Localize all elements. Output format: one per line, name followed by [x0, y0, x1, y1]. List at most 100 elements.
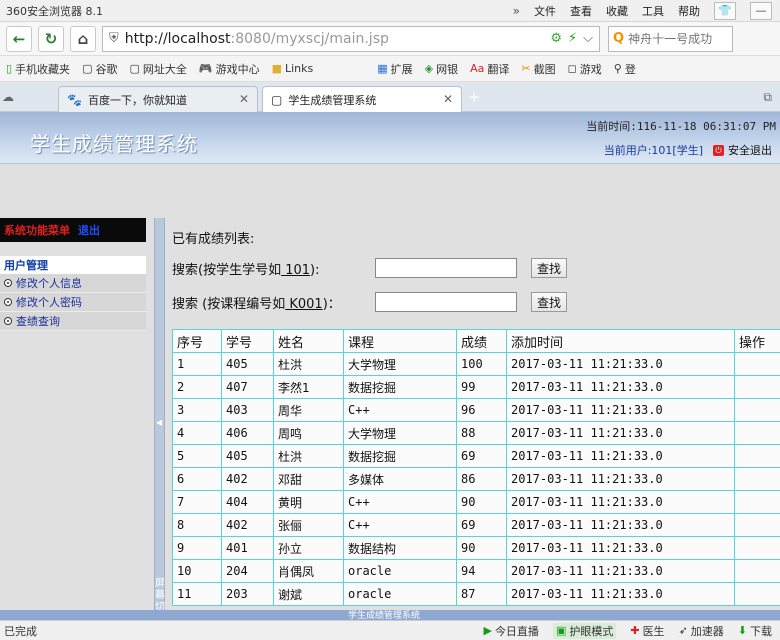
chevron-right-icon[interactable]: » [513, 4, 520, 18]
table-row: 4 406 周鸣 大学物理 88 2017-03-11 11:21:33.0 [172, 421, 780, 445]
search-engine-icon[interactable]: Q [613, 31, 624, 46]
logout-link[interactable]: ⏻ 安全退出 [713, 142, 772, 158]
col-course: 课程 [343, 329, 457, 353]
toolbar-translate[interactable]: Aa 翻译 [470, 61, 509, 77]
menu-file[interactable]: 文件 [534, 3, 556, 19]
search-input[interactable] [628, 31, 732, 46]
cell-actions[interactable] [734, 490, 780, 514]
sidebar-item-change-password[interactable]: 修改个人密码 [0, 293, 146, 312]
status-accelerator[interactable]: ➶ 加速器 [679, 623, 724, 639]
shield-icon: ⛨ [109, 31, 119, 46]
cell-index: 4 [172, 421, 222, 445]
eye-icon: ▣ [555, 624, 567, 637]
cell-course: C++ [343, 398, 457, 422]
table-row: 6 402 邓甜 多媒体 86 2017-03-11 11:21:33.0 [172, 467, 780, 491]
course-id-input[interactable] [375, 292, 517, 312]
cell-added-time: 2017-03-11 11:21:33.0 [506, 536, 735, 560]
tabs-bar: ☁ 🐾 百度一下，你就知道 ✕ ▢ 学生成绩管理系统 ✕ + ⧉ [0, 82, 780, 112]
back-button[interactable]: ← [6, 25, 32, 52]
page-title: 学生成绩管理系统 [30, 132, 198, 156]
table-row: 3 403 周华 C++ 96 2017-03-11 11:21:33.0 [172, 398, 780, 422]
status-live[interactable]: ▶ 今日直播 [483, 623, 538, 639]
search-box[interactable]: Q [608, 25, 733, 52]
bookmark-mobile[interactable]: ▯ 手机收藏夹 [6, 61, 70, 77]
bookmarks-bar: ▯ 手机收藏夹 ▢ 谷歌 ▢ 网址大全 🎮 游戏中心 ■ Links ▦ 扩展 ◈ 网银 Aa… [0, 56, 780, 82]
table-header-row: 序号 学号 姓名 课程 成绩 添加时间 操作 [172, 329, 780, 353]
cell-actions[interactable] [734, 375, 780, 399]
find-course-button[interactable]: 查找 [531, 292, 567, 312]
refresh-button[interactable]: ↻ [38, 25, 64, 52]
cloud-icon[interactable]: ☁ [2, 90, 14, 104]
url-box[interactable]: ⛨ http://localhost:8080/myxscj/main.jsp … [102, 25, 600, 52]
cell-actions[interactable] [734, 444, 780, 468]
status-tools: ▶ 今日直播 ▣ 护眼模式 ✚ 医生 ➶ 加速器 ⬇ 下载 [483, 622, 772, 639]
phone-icon: ▯ [6, 62, 13, 75]
sidebar-item-grade-query[interactable]: 查绩查询 [0, 312, 146, 331]
cell-student-id: 407 [221, 375, 274, 399]
cell-name: 孙立 [273, 536, 344, 560]
cell-actions[interactable] [734, 421, 780, 445]
status-doctor[interactable]: ✚ 医生 [630, 623, 664, 639]
bullet-icon [4, 298, 12, 306]
status-eye-care[interactable]: ▣ 护眼模式 [552, 622, 617, 639]
close-icon[interactable]: ✕ [443, 92, 453, 106]
dropdown-icon[interactable]: ⌵ [583, 31, 593, 46]
menu-view[interactable]: 查看 [570, 3, 592, 19]
cell-score: 90 [456, 536, 507, 560]
close-icon[interactable]: ✕ [239, 92, 249, 106]
bullet-icon [4, 317, 12, 325]
bookmark-games-center[interactable]: 🎮 游戏中心 [199, 61, 260, 77]
bookmark-google[interactable]: ▢ 谷歌 [82, 61, 117, 77]
col-index: 序号 [172, 329, 222, 353]
cell-course: 数据挖掘 [343, 375, 457, 399]
lightning-icon[interactable]: ⚡ [568, 31, 577, 46]
col-score: 成绩 [456, 329, 507, 353]
cell-actions[interactable] [734, 513, 780, 537]
current-user[interactable]: 当前用户:101[学生] [604, 142, 703, 158]
status-download[interactable]: ⬇ 下载 [738, 623, 772, 639]
home-button[interactable]: ⌂ [70, 25, 96, 52]
shield-icon: ◈ [424, 62, 434, 75]
cell-actions[interactable] [734, 467, 780, 491]
menu-tools[interactable]: 工具 [642, 3, 664, 19]
find-student-button[interactable]: 查找 [531, 258, 567, 278]
tab-grade-system[interactable]: ▢ 学生成绩管理系统 ✕ [262, 86, 462, 112]
cell-actions[interactable] [734, 582, 780, 606]
bookmark-links[interactable]: ■ Links [272, 62, 314, 75]
toolbar-screenshot[interactable]: ✂ 截图 [521, 61, 555, 77]
url-host: http://localhost [124, 30, 231, 47]
cell-actions[interactable] [734, 398, 780, 422]
toolbar-bank[interactable]: ◈ 网银 [425, 61, 458, 77]
triangle-left-icon[interactable]: ◀ [156, 418, 162, 427]
cell-index: 11 [172, 582, 222, 606]
exit-link[interactable]: 退出 [78, 222, 100, 238]
cell-actions[interactable] [734, 352, 780, 376]
cell-course: 多媒体 [343, 467, 457, 491]
grid-icon: ▦ [377, 62, 388, 75]
speed-icon[interactable]: ⚙ [550, 31, 562, 46]
student-id-input[interactable] [375, 258, 517, 278]
tab-baidu[interactable]: 🐾 百度一下，你就知道 ✕ [58, 86, 258, 112]
cell-actions[interactable] [734, 536, 780, 560]
cell-student-id: 405 [221, 352, 274, 376]
menu-group-user-management[interactable]: 用户管理 [0, 256, 146, 274]
sidebar-item-edit-info[interactable]: 修改个人信息 [0, 274, 146, 293]
url-field[interactable]: http://localhost:8080/myxscj/main.jsp [125, 31, 545, 47]
toolbar-login[interactable]: ⚲ 登 [614, 61, 636, 77]
minimize-icon[interactable]: — [750, 1, 772, 20]
cell-added-time: 2017-03-11 11:21:33.0 [506, 582, 735, 606]
new-tab-icon[interactable]: + [466, 90, 482, 106]
logout-icon: ⏻ [713, 144, 724, 156]
bookmark-hao[interactable]: ▢ 网址大全 [129, 61, 186, 77]
menu-favorites[interactable]: 收藏 [606, 3, 628, 19]
paw-icon: 🐾 [67, 92, 82, 107]
cell-added-time: 2017-03-11 11:21:33.0 [506, 490, 735, 514]
screen-switch-splitter[interactable]: ◀ 屏幕切换 [154, 218, 165, 625]
cell-actions[interactable] [734, 559, 780, 583]
toolbar-extensions[interactable]: ▦ 扩展 [377, 61, 412, 77]
restore-tab-icon[interactable]: ⧉ [763, 90, 772, 105]
menu-help[interactable]: 帮助 [678, 3, 700, 19]
cell-student-id: 402 [221, 467, 274, 491]
toolbar-games[interactable]: ◻ 游戏 [568, 61, 602, 77]
skin-icon[interactable]: 👕 [714, 1, 736, 20]
